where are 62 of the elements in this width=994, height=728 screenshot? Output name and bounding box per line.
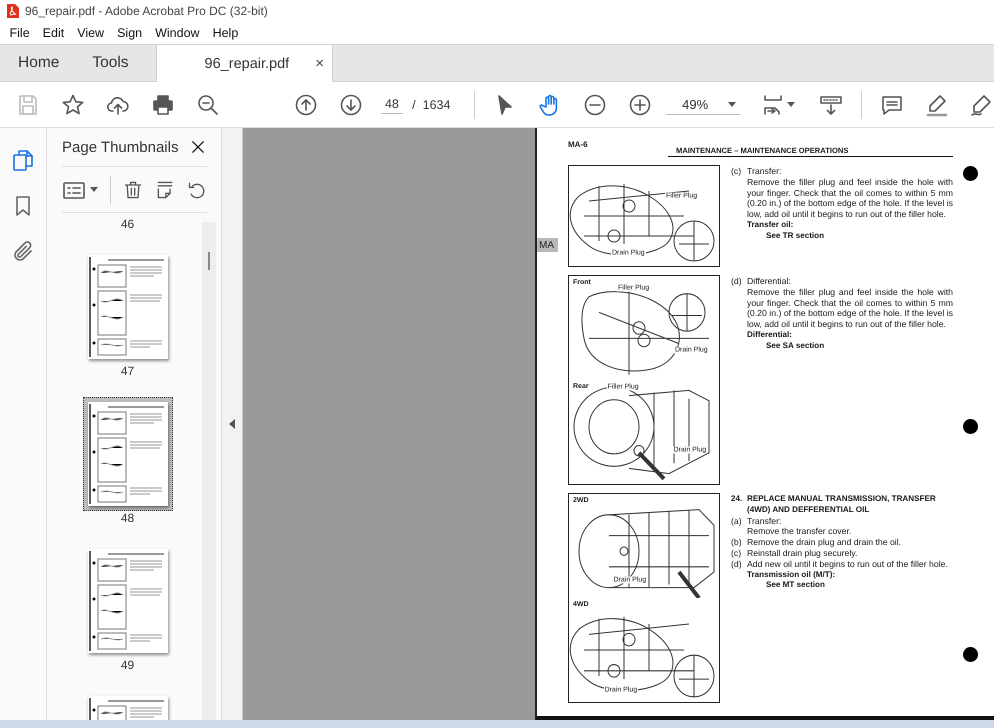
menu-item[interactable]: Edit (36, 26, 71, 40)
menu-item[interactable]: Help (206, 26, 245, 40)
panel-title: Page Thumbnails (62, 138, 178, 156)
step-text: Remove the drain plug and drain the oil. (747, 537, 902, 548)
step-text: Add new oil until it begins to run out of the filler hole. (747, 558, 949, 570)
tab[interactable]: Home (0, 45, 74, 81)
menu-item[interactable]: Sign (110, 26, 149, 40)
step-title: Transfer: (747, 516, 782, 526)
step-text: Remove the transfer cover. (747, 526, 852, 538)
step-marker: (d) (731, 276, 743, 288)
caret-icon (728, 102, 736, 106)
collapse-arrow-icon[interactable] (229, 419, 235, 429)
menu-item[interactable]: View (70, 26, 111, 40)
spec-label: Transfer oil: (747, 220, 794, 231)
spec-label: Transmission oil (M/T): (747, 570, 836, 580)
tab[interactable]: Tools (74, 45, 144, 81)
zoom-out-icon[interactable] (583, 92, 608, 116)
step-marker: (b) (731, 537, 743, 548)
page-number-field[interactable]: 48 (380, 95, 404, 114)
zoom-in-icon[interactable] (628, 92, 652, 116)
zoom-magnifier-icon[interactable] (196, 92, 220, 116)
step-marker: (c) (731, 548, 742, 559)
window-title: 96_repair.pdf - Adobe Acrobat Pro DC (32-bit) (25, 4, 268, 18)
printer-icon[interactable] (151, 92, 175, 116)
page-number-label: 49 (120, 658, 134, 672)
spec-reference: See TR section (766, 230, 826, 242)
punch-hole (963, 647, 978, 662)
close-tab-button[interactable]: × (315, 55, 324, 72)
paperclip-icon[interactable] (11, 240, 35, 264)
spec-reference: See MT section (766, 580, 826, 592)
tab[interactable]: 96_repair.pdf × (156, 45, 333, 82)
scrollbar[interactable] (202, 222, 216, 720)
step-marker: (a) (731, 516, 743, 528)
pen-icon[interactable] (924, 92, 949, 116)
caret-icon (786, 102, 795, 107)
page-code: MA-6 (568, 140, 589, 149)
step-marker: (c) (731, 166, 742, 178)
pdf-file-icon (6, 4, 19, 18)
menu-item[interactable]: Window (148, 26, 206, 40)
spec-reference: See SA section (766, 340, 826, 352)
punch-hole (963, 166, 978, 181)
caret-icon (90, 187, 98, 192)
step-title: Transfer: (747, 166, 782, 177)
star-icon[interactable] (61, 92, 85, 116)
step-text: Remove the filler plug and feel inside the hole with your finger. Check that the oil comes to within 5 mm (0.20 in.) of the bottom edge of the hole. If the level is low, add oil until it begins to run out of the filler hole. (747, 176, 953, 220)
close-icon[interactable] (189, 138, 207, 156)
step-text: Remove the filler plug and feel inside the hole with your finger. Check that the oil comes to within 5 mm (0.20 in.) of the bottom edge of the hole. If the level is low, add oil until it begins to run out of the filler hole. (747, 286, 953, 330)
pages-icon[interactable] (11, 148, 35, 172)
section-heading: REPLACE MANUAL TRANSMISSION, TRANSFER (4WD) AND DEFFERENTIAL OIL (747, 494, 937, 516)
zoom-dropdown[interactable]: 49% (666, 94, 740, 114)
step-text: Reinstall drain plug securely. (747, 548, 858, 559)
menu-item[interactable]: File (3, 26, 36, 40)
page-separator: / (412, 98, 416, 112)
spec-label: Differential: (747, 330, 793, 341)
step-title: Differential: (747, 276, 792, 287)
punch-hole (963, 419, 978, 434)
page-count: 1634 (422, 98, 450, 112)
step-number: 24. (731, 494, 744, 505)
page-number-label: 47 (120, 364, 134, 378)
page-number-label: 48 (120, 511, 134, 525)
page-number-label: 46 (120, 217, 134, 231)
step-marker: (d) (731, 558, 743, 570)
